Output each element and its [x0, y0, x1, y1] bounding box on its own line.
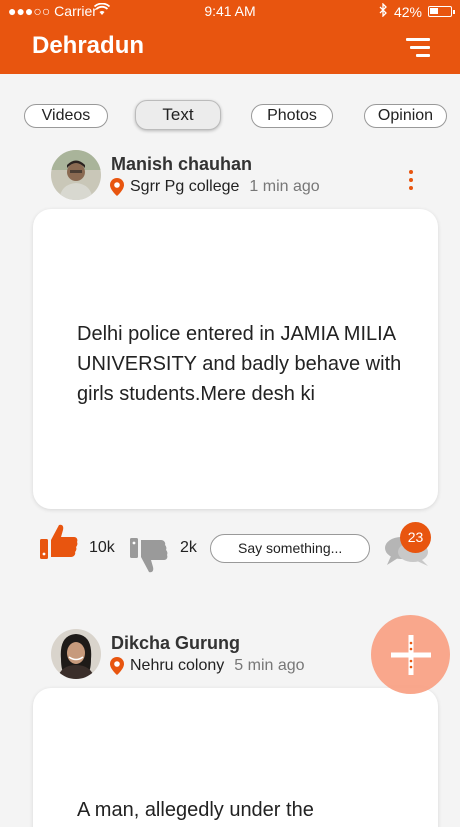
post-author[interactable]: Dikcha Gurung	[111, 633, 240, 654]
wifi-icon	[93, 2, 111, 19]
post-meta: Nehru colony 5 min ago	[110, 657, 305, 675]
dislike-count: 2k	[180, 539, 197, 556]
post-card: A man, allegedly under the	[33, 688, 438, 827]
status-bar: ●●●○○ Carrier 9:41 AM 42%	[0, 0, 460, 22]
bluetooth-icon	[379, 2, 388, 20]
status-right: 42%	[93, 2, 455, 20]
location-pin-icon	[110, 178, 124, 196]
tab-videos[interactable]: Videos	[24, 104, 108, 128]
post-header: Manish chauhan Sgrr Pg college 1 min ago	[0, 150, 460, 204]
plus-icon	[391, 635, 431, 680]
post-body: A man, allegedly under the	[77, 799, 314, 821]
comment-count-badge: 23	[400, 522, 431, 553]
tab-bar: Videos Text Photos Opinion	[0, 100, 460, 132]
post-location: Nehru colony	[130, 657, 225, 674]
like-icon[interactable]	[40, 523, 78, 566]
battery-icon	[428, 6, 455, 17]
dislike-icon[interactable]	[130, 536, 168, 579]
page-title: Dehradun	[32, 32, 145, 59]
menu-icon[interactable]	[406, 38, 430, 58]
post-body: Delhi police entered in JAMIA MILIA UNIV…	[77, 323, 402, 405]
add-post-button[interactable]	[371, 615, 450, 694]
post-meta: Sgrr Pg college 1 min ago	[110, 178, 320, 196]
tab-photos[interactable]: Photos	[251, 104, 333, 128]
post-time: 1 min ago	[249, 178, 320, 195]
post-time: 5 min ago	[234, 657, 305, 674]
like-count: 10k	[89, 539, 115, 556]
post-location: Sgrr Pg college	[130, 178, 240, 195]
tab-text[interactable]: Text	[135, 100, 221, 130]
location-pin-icon	[110, 657, 124, 675]
comment-input[interactable]: Say something...	[210, 534, 370, 563]
avatar[interactable]	[51, 150, 101, 200]
post-card: Delhi police entered in JAMIA MILIA UNIV…	[33, 209, 438, 509]
battery-percent: 42%	[393, 3, 422, 20]
post-actions: 10k 2k Say something... 23	[0, 522, 460, 573]
avatar[interactable]	[51, 629, 101, 679]
tab-opinion[interactable]: Opinion	[364, 104, 447, 128]
post-author[interactable]: Manish chauhan	[111, 154, 252, 175]
app-header: Dehradun	[0, 22, 460, 74]
more-options-icon[interactable]	[408, 170, 414, 192]
